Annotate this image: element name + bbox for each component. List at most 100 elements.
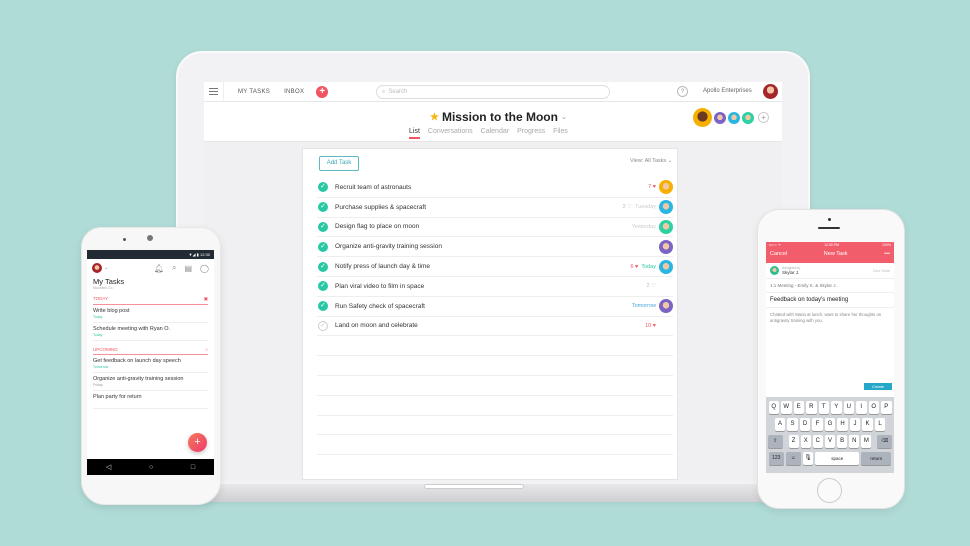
add-task-button[interactable]: Add Task [319,156,359,171]
like-count[interactable]: 2 ♡ [623,204,633,210]
key-m[interactable]: M [861,435,872,448]
key-return[interactable]: return [861,452,892,465]
member-avatar[interactable] [728,111,740,124]
task-row[interactable]: ✓ Recruit team of astronauts 7 ♥ [317,178,673,198]
heart-icon[interactable]: ♡ [651,283,656,289]
home-icon[interactable]: ○ [149,464,153,471]
key-e[interactable]: E [793,401,804,414]
due-date[interactable]: Yesterday [632,224,656,230]
key-y[interactable]: Y [831,401,842,414]
chat-icon[interactable]: ◯ [200,264,209,273]
list-item[interactable]: Plan party for return [93,391,208,409]
empty-task-row[interactable] [317,396,673,416]
task-name[interactable]: Notify press of launch day & time [335,263,430,270]
task-name[interactable]: Run Safety check of spacecraft [335,303,425,310]
user-avatar[interactable] [763,84,778,99]
add-task-fab[interactable]: + [188,433,207,452]
search-icon[interactable]: ⌕ [172,263,176,273]
backspace-key[interactable]: ⌫ [877,435,892,448]
key-r[interactable]: R [806,401,817,414]
key-x[interactable]: X [800,435,811,448]
star-icon[interactable]: ★ [430,112,439,123]
due-date-field[interactable]: Due Date [873,268,890,273]
help-icon[interactable]: ? [677,86,688,97]
task-row[interactable]: ✓ Notify press of launch day & time 6 ♥ … [317,257,673,277]
key-space[interactable]: space [815,452,860,465]
key-j[interactable]: J [849,418,861,431]
task-row[interactable]: ✓ Design flag to place on moon Yesterday [317,218,673,238]
due-date[interactable]: Tomorrow [632,303,656,309]
tab-files[interactable]: Files [553,128,568,139]
key-n[interactable]: N [849,435,860,448]
assignee-avatar[interactable] [659,299,673,314]
project-field[interactable]: 1:1 Meeting - Emily K. & Skylar J. [766,279,894,293]
key-q[interactable]: Q [768,401,779,414]
heart-icon[interactable]: ♡ [627,204,632,210]
task-name[interactable]: Plan viral video to film in space [335,283,424,290]
description-input[interactable]: Chatted with Maria at lunch, want to sha… [766,308,894,329]
heart-icon[interactable]: ♥ [653,184,656,190]
home-button[interactable] [817,478,842,503]
assignee-avatar[interactable] [659,200,673,215]
key-h[interactable]: H [837,418,848,431]
bell-icon[interactable]: 🔔︎ [154,264,164,273]
back-icon[interactable]: ◁ [106,463,111,471]
key-i[interactable]: I [856,401,867,414]
cancel-button[interactable]: Cancel [770,251,787,257]
assignee-field[interactable]: Assigned to Skylar J. Due Date [766,263,894,279]
quick-add-button[interactable]: + [316,85,329,98]
calendar-icon[interactable]: ▣ [204,296,208,302]
task-name[interactable]: Recruit team of astronauts [335,184,411,191]
check-icon[interactable]: ✓ [318,320,328,331]
member-avatar[interactable] [742,111,754,124]
nav-inbox[interactable]: INBOX [284,89,304,95]
avatar[interactable] [92,263,102,273]
list-item[interactable]: Organize anti-gravity training session Fr… [93,373,208,391]
key-numbers[interactable]: 123 [768,452,784,465]
key-g[interactable]: G [824,418,836,431]
task-row[interactable]: ✓ Run Safety check of spacecraft Tomorro… [317,297,673,317]
project-title[interactable]: ★ Mission to the Moon ⌄ [430,110,567,124]
tab-conversations[interactable]: Conversations [428,128,473,139]
heart-icon[interactable]: ♥ [635,264,638,270]
check-icon[interactable]: ✓ [318,221,328,232]
task-name[interactable]: Land on moon and celebrate [335,322,418,329]
organization-name[interactable]: Apollo Enterprises [703,88,752,94]
assignee-avatar[interactable] [659,219,673,234]
like-count[interactable]: 2 ♡ [646,283,656,289]
member-avatar[interactable] [714,111,726,124]
list-item[interactable]: Write blog post Today [93,305,208,323]
add-member-button[interactable]: + [758,112,769,123]
key-w[interactable]: W [781,401,792,414]
task-name-input[interactable]: Feedback on today's meeting [766,293,894,308]
due-date[interactable]: Tuesday [635,204,656,210]
assignee-avatar[interactable] [659,259,673,274]
like-count[interactable]: 6 ♥ [630,264,638,270]
key-k[interactable]: K [862,418,873,431]
circle-icon[interactable]: ○ [205,347,208,352]
assignee-avatar[interactable] [659,239,673,254]
key-s[interactable]: S [787,418,798,431]
create-button[interactable]: Create [864,383,892,390]
assignee-avatar[interactable] [659,180,673,195]
task-row[interactable]: ✓ Plan viral video to film in space 2 ♡ [317,277,673,297]
heart-icon[interactable]: ♥ [653,323,656,329]
empty-task-row[interactable] [317,336,673,357]
recents-icon[interactable]: □ [191,464,195,471]
key-d[interactable]: D [799,418,811,431]
check-icon[interactable]: ✓ [318,301,328,312]
check-icon[interactable]: ✓ [318,202,328,213]
chevron-down-icon[interactable]: ⌄ [104,265,108,271]
check-icon[interactable]: ✓ [318,241,328,252]
search-input[interactable]: ⌕ Search [376,85,610,99]
key-c[interactable]: C [812,435,823,448]
key-b[interactable]: B [837,435,848,448]
key-o[interactable]: O [868,401,879,414]
key-t[interactable]: T [818,401,829,414]
empty-task-row[interactable] [317,416,673,436]
chevron-down-icon[interactable]: ⌄ [561,113,567,121]
key-f[interactable]: F [812,418,823,431]
check-icon[interactable]: ✓ [318,261,328,272]
more-icon[interactable]: ••• [884,251,890,257]
key-p[interactable]: P [881,401,892,414]
